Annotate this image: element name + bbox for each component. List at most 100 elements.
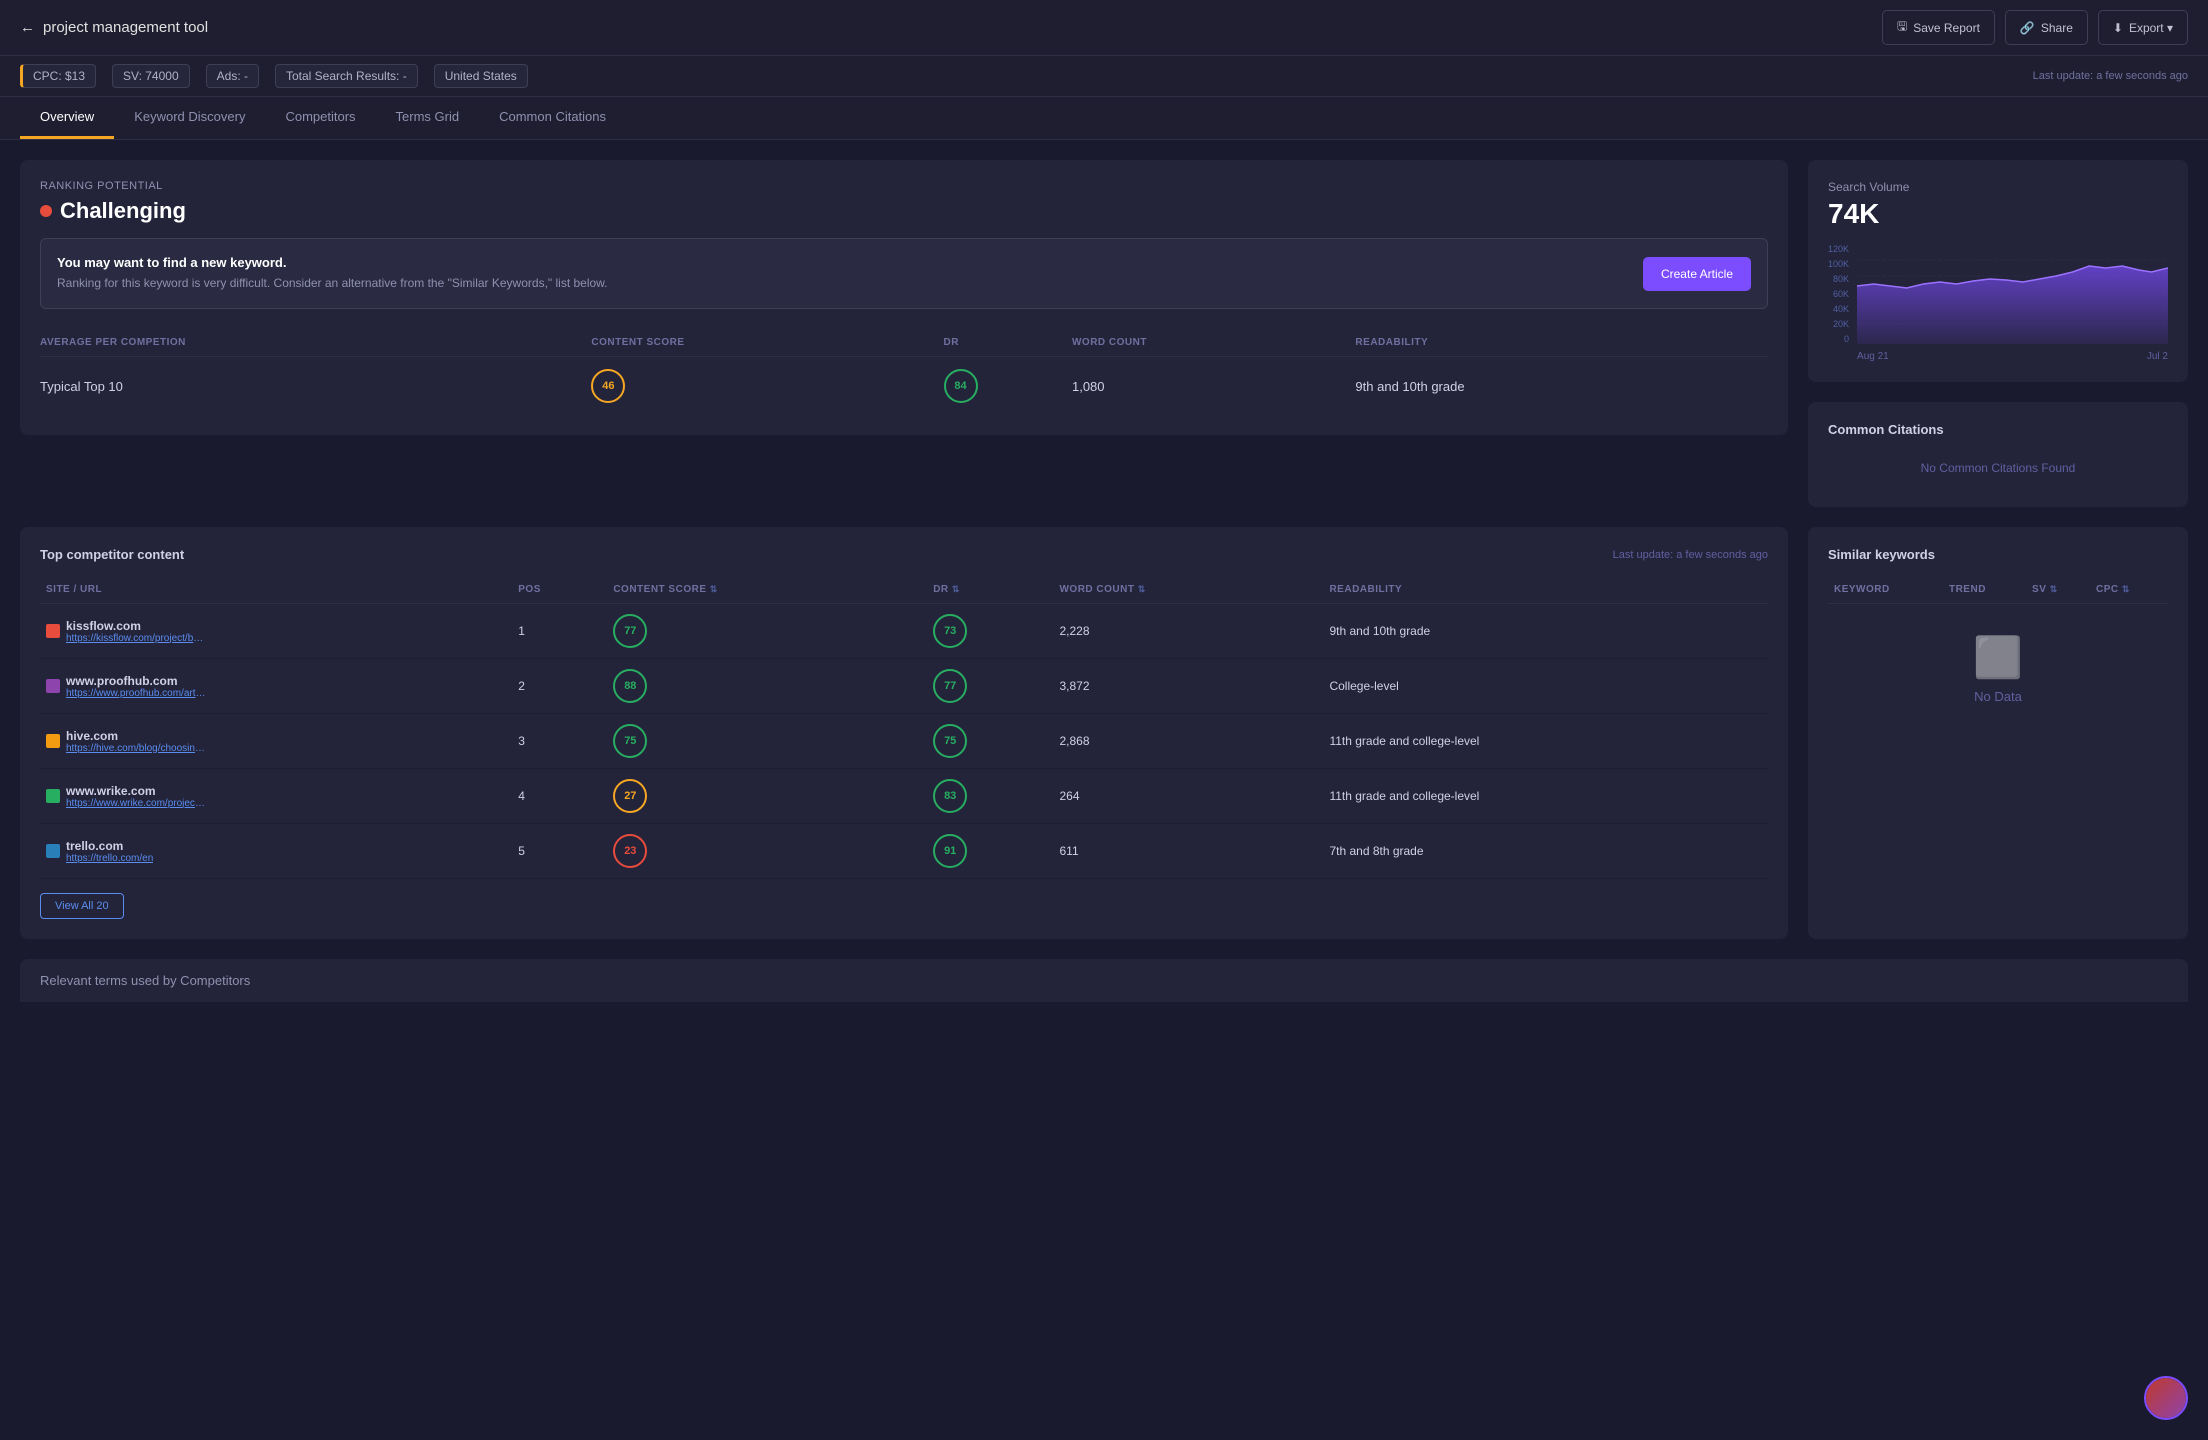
site-url[interactable]: https://www.proofhub.com/articles/top-pr… bbox=[66, 688, 206, 699]
readability-cell: 7th and 8th grade bbox=[1323, 824, 1768, 879]
content-score-circle: 46 bbox=[591, 369, 625, 403]
pos-cell: 3 bbox=[512, 714, 607, 769]
alert-body: Ranking for this keyword is very difficu… bbox=[57, 274, 608, 292]
back-button[interactable]: ← project management tool bbox=[20, 19, 208, 36]
th-trend: TREND bbox=[1943, 576, 2026, 604]
no-data-label: No Data bbox=[1974, 689, 2022, 704]
col-dr: DR bbox=[944, 329, 1072, 357]
last-update-meta: Last update: a few seconds ago bbox=[2033, 70, 2188, 82]
cpc-meta: CPC: $13 bbox=[20, 64, 96, 88]
chart-x-labels: Aug 21 Jul 2 bbox=[1857, 351, 2168, 362]
site-cell: kissflow.com https://kissflow.com/projec… bbox=[40, 604, 512, 659]
create-article-button[interactable]: Create Article bbox=[1643, 257, 1751, 291]
page-title: project management tool bbox=[43, 19, 208, 36]
site-cell: www.proofhub.com https://www.proofhub.co… bbox=[40, 659, 512, 714]
left-column: Ranking Potential Challenging You may wa… bbox=[20, 160, 1788, 507]
sv-meta: SV: 74000 bbox=[112, 64, 190, 88]
bottom-section: Top competitor content Last update: a fe… bbox=[0, 527, 2208, 959]
word-count-cell: 3,872 bbox=[1053, 659, 1323, 714]
meta-bar: CPC: $13 SV: 74000 Ads: - Total Search R… bbox=[0, 56, 2208, 97]
share-icon: 🔗 bbox=[2020, 21, 2035, 35]
stats-row: Typical Top 10 46 84 1,080 9th and 10th … bbox=[40, 357, 1768, 416]
pos-cell: 1 bbox=[512, 604, 607, 659]
comp-table-header: SITE / URL POS CONTENT SCORE ⇅ DR ⇅ WORD… bbox=[40, 576, 1768, 604]
site-name: kissflow.com bbox=[66, 619, 206, 633]
competitor-header: Top competitor content Last update: a fe… bbox=[40, 547, 1768, 562]
table-row: hive.com https://hive.com/blog/choosing-… bbox=[40, 714, 1768, 769]
site-cell: www.wrike.com https://www.wrike.com/proj… bbox=[40, 769, 512, 824]
th-sv: SV ⇅ bbox=[2026, 576, 2090, 604]
ranking-potential-card: Ranking Potential Challenging You may wa… bbox=[20, 160, 1788, 435]
alert-title: You may want to find a new keyword. bbox=[57, 255, 608, 270]
dr-cell: 75 bbox=[927, 714, 1053, 769]
site-url[interactable]: https://trello.com/en bbox=[66, 853, 153, 864]
table-row: kissflow.com https://kissflow.com/projec… bbox=[40, 604, 1768, 659]
relevant-terms-bar: Relevant terms used by Competitors bbox=[20, 959, 2188, 1002]
content-score-cell: 46 bbox=[591, 357, 943, 416]
site-url[interactable]: https://hive.com/blog/choosing-project-m… bbox=[66, 743, 206, 754]
site-url[interactable]: https://www.wrike.com/project-managem... bbox=[66, 798, 206, 809]
th-dr: DR ⇅ bbox=[927, 576, 1053, 604]
pos-cell: 4 bbox=[512, 769, 607, 824]
readability-cell: 9th and 10th grade bbox=[1355, 357, 1768, 416]
search-volume-card: Search Volume 74K 120K 100K 80K 60K 40K … bbox=[1808, 160, 2188, 382]
view-all-button[interactable]: View All 20 bbox=[40, 893, 124, 919]
content-score-cell: 75 bbox=[607, 714, 927, 769]
ranking-label: Ranking Potential bbox=[40, 180, 1768, 192]
col-word-count: WORD COUNT bbox=[1072, 329, 1355, 357]
top-header: ← project management tool 🖫 Save Report … bbox=[0, 0, 2208, 56]
export-button[interactable]: ⬇ Export ▾ bbox=[2098, 10, 2188, 45]
tab-overview[interactable]: Overview bbox=[20, 97, 114, 139]
th-pos: POS bbox=[512, 576, 607, 604]
y-axis-labels: 120K 100K 80K 60K 40K 20K 0 bbox=[1828, 244, 1853, 344]
readability-cell: 9th and 10th grade bbox=[1323, 604, 1768, 659]
word-count-cell: 1,080 bbox=[1072, 357, 1355, 416]
back-icon: ← bbox=[20, 19, 35, 36]
common-citations-title: Common Citations bbox=[1828, 422, 2168, 437]
similar-keywords-card: Similar keywords KEYWORD TREND SV ⇅ CPC … bbox=[1808, 527, 2188, 939]
tab-terms-grid[interactable]: Terms Grid bbox=[376, 97, 480, 139]
word-count-cell: 264 bbox=[1053, 769, 1323, 824]
dr-circle: 75 bbox=[933, 724, 967, 758]
content-score-circle: 77 bbox=[613, 614, 647, 648]
col-content-score: CONTENT SCORE bbox=[591, 329, 943, 357]
tab-keyword-discovery[interactable]: Keyword Discovery bbox=[114, 97, 265, 139]
save-icon: 🖫 bbox=[1897, 17, 1907, 38]
word-count-cell: 2,868 bbox=[1053, 714, 1323, 769]
dr-cell: 84 bbox=[944, 357, 1072, 416]
th-readability: READABILITY bbox=[1323, 576, 1768, 604]
readability-cell: College-level bbox=[1323, 659, 1768, 714]
word-count-cell: 2,228 bbox=[1053, 604, 1323, 659]
content-score-cell: 23 bbox=[607, 824, 927, 879]
save-report-button[interactable]: 🖫 Save Report bbox=[1882, 10, 1995, 45]
dr-cell: 77 bbox=[927, 659, 1053, 714]
dr-circle: 91 bbox=[933, 834, 967, 868]
avatar-image bbox=[2146, 1378, 2186, 1418]
col-avg: AVERAGE PER COMPETION bbox=[40, 329, 591, 357]
stats-table: AVERAGE PER COMPETION CONTENT SCORE DR W… bbox=[40, 329, 1768, 415]
sv-label: Search Volume bbox=[1828, 180, 2168, 194]
th-site: SITE / URL bbox=[40, 576, 512, 604]
competitor-update: Last update: a few seconds ago bbox=[1613, 549, 1768, 561]
header-actions: 🖫 Save Report 🔗 Share ⬇ Export ▾ bbox=[1882, 10, 2188, 45]
favicon bbox=[46, 679, 60, 693]
site-name: www.wrike.com bbox=[66, 784, 206, 798]
table-row: www.wrike.com https://www.wrike.com/proj… bbox=[40, 769, 1768, 824]
alert-box: You may want to find a new keyword. Rank… bbox=[40, 238, 1768, 309]
right-column: Search Volume 74K 120K 100K 80K 60K 40K … bbox=[1808, 160, 2188, 507]
site-name: www.proofhub.com bbox=[66, 674, 206, 688]
content-score-cell: 27 bbox=[607, 769, 927, 824]
share-button[interactable]: 🔗 Share bbox=[2005, 10, 2088, 45]
sv-value: 74K bbox=[1828, 198, 2168, 230]
tab-competitors[interactable]: Competitors bbox=[265, 97, 375, 139]
challenging-dot bbox=[40, 205, 52, 217]
avatar[interactable] bbox=[2144, 1376, 2188, 1420]
dr-cell: 73 bbox=[927, 604, 1053, 659]
tab-common-citations[interactable]: Common Citations bbox=[479, 97, 626, 139]
similar-keywords-table: KEYWORD TREND SV ⇅ CPC ⇅ bbox=[1828, 576, 2168, 604]
site-url[interactable]: https://kissflow.com/project/best-projec… bbox=[66, 633, 206, 644]
total-search-meta: Total Search Results: - bbox=[275, 64, 418, 88]
dr-circle: 84 bbox=[944, 369, 978, 403]
col-readability: READABILITY bbox=[1355, 329, 1768, 357]
competitor-table: SITE / URL POS CONTENT SCORE ⇅ DR ⇅ WORD… bbox=[40, 576, 1768, 879]
